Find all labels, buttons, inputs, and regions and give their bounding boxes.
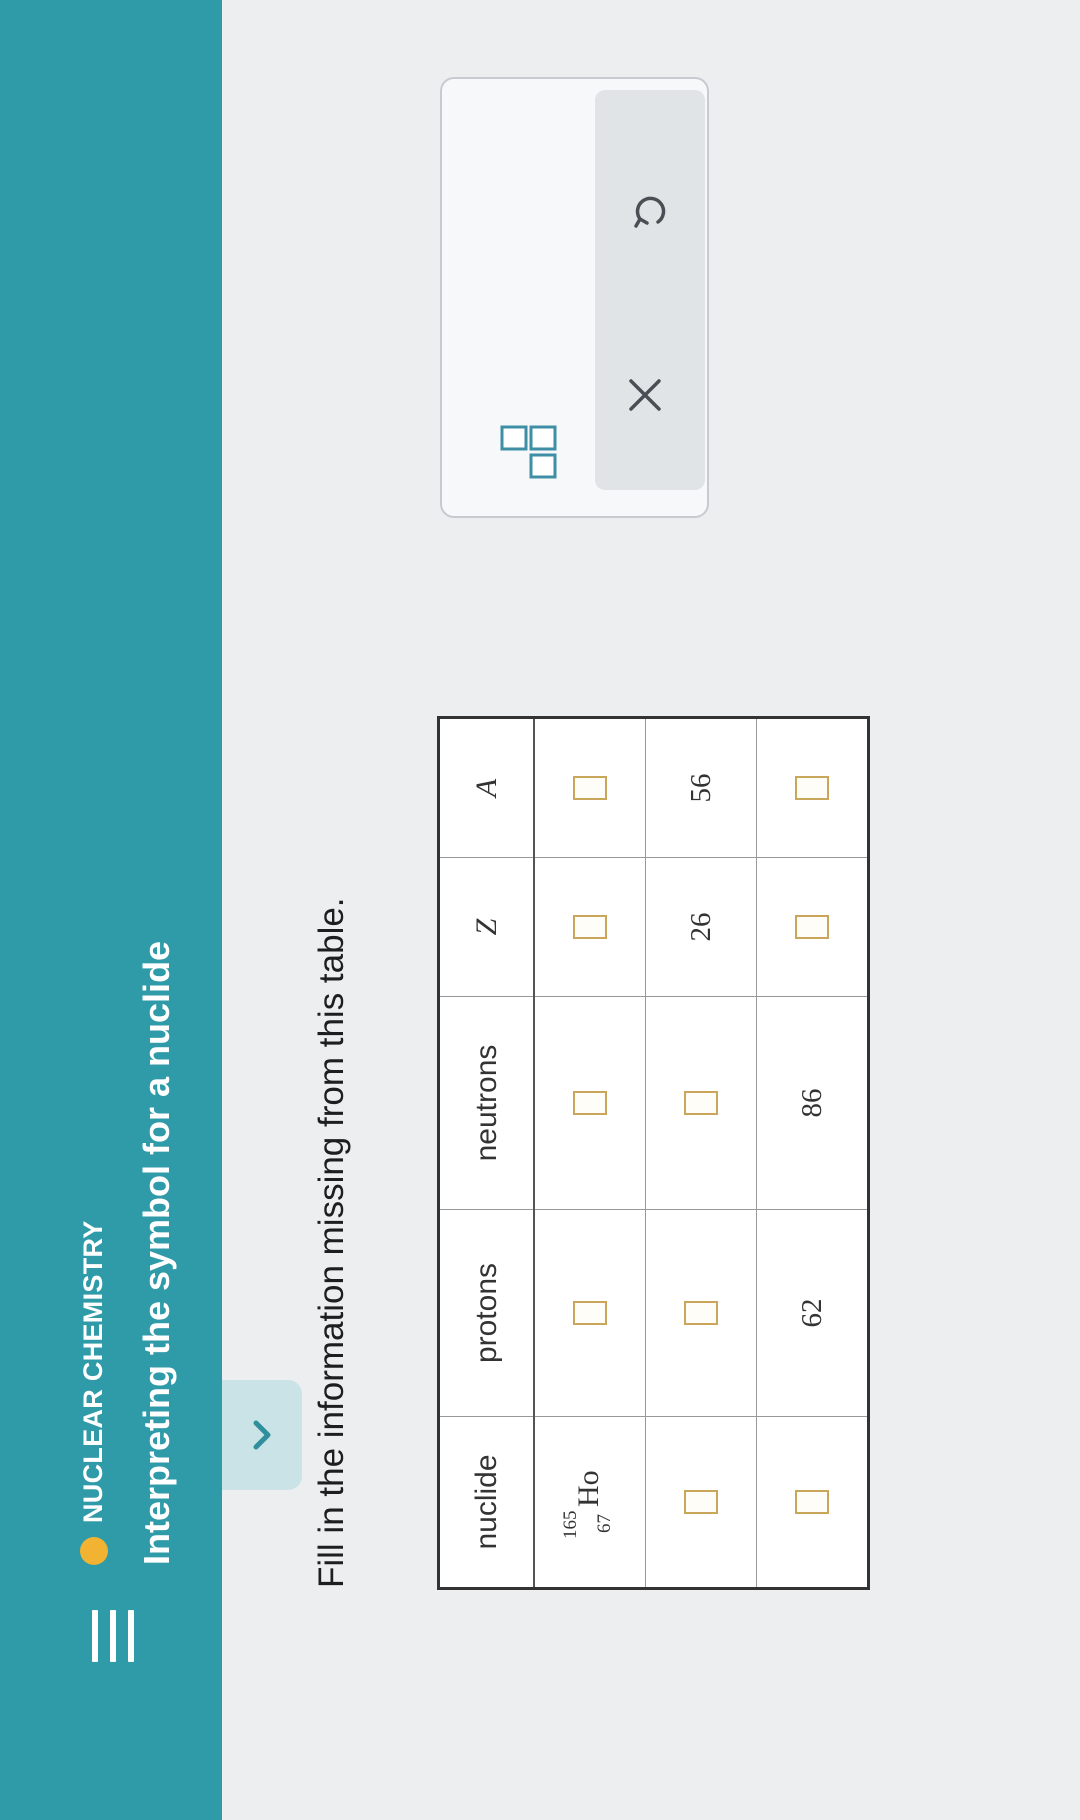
protons-cell	[534, 1209, 646, 1417]
protons-input[interactable]	[684, 1301, 718, 1325]
z-input[interactable]	[795, 915, 829, 939]
undo-icon[interactable]	[630, 191, 670, 231]
z-value: 26	[645, 857, 757, 997]
page-title: Interpreting the symbol for a nuclide	[136, 940, 177, 1565]
a-input[interactable]	[795, 776, 829, 800]
app-screen: NUCLEAR CHEMISTRY Interpreting the symbo…	[0, 0, 1080, 1820]
a-value: 56	[645, 717, 757, 858]
nuclide-cell: 165 67 Ho	[534, 1416, 646, 1589]
protons-value: 62	[756, 1209, 869, 1417]
header-a: A	[438, 717, 534, 858]
z-cell	[534, 857, 646, 997]
menu-icon[interactable]	[88, 1610, 140, 1662]
neutrons-cell	[534, 996, 646, 1210]
nuclide-input[interactable]	[684, 1490, 718, 1514]
a-input[interactable]	[573, 776, 607, 800]
table-row: 62 86	[756, 717, 869, 1589]
protons-cell	[645, 1209, 757, 1417]
table-row: 165 67 Ho	[534, 717, 646, 1589]
table-row: 26 56	[645, 717, 757, 1589]
header-z: Z	[438, 857, 534, 997]
question-prompt: Fill in the information missing from thi…	[312, 897, 351, 1588]
fraction-template-icon[interactable]	[500, 399, 560, 479]
clear-icon[interactable]	[627, 377, 663, 413]
nuclide-table: nuclide protons neutrons Z A 165 67 Ho 2…	[437, 716, 870, 1590]
protons-input[interactable]	[573, 1301, 607, 1325]
neutrons-input[interactable]	[573, 1091, 607, 1115]
nuclide-symbol: 165 67 Ho	[560, 1465, 616, 1539]
neutrons-input[interactable]	[684, 1091, 718, 1115]
element-symbol: Ho	[571, 1470, 605, 1507]
header-bar: NUCLEAR CHEMISTRY Interpreting the symbo…	[0, 0, 222, 1820]
atomic-number: 67	[593, 1514, 615, 1533]
toolbox-action-shelf	[595, 90, 705, 490]
a-cell	[756, 717, 869, 858]
z-input[interactable]	[573, 915, 607, 939]
nuclide-input[interactable]	[795, 1490, 829, 1514]
nuclide-cell	[645, 1416, 757, 1589]
chevron-down-icon	[253, 1420, 271, 1450]
header-nuclide: nuclide	[438, 1416, 534, 1589]
progress-dot-icon	[79, 1537, 108, 1565]
table-header-row: nuclide protons neutrons Z A	[438, 717, 534, 1589]
header-neutrons: neutrons	[438, 996, 534, 1210]
z-cell	[756, 857, 869, 997]
neutrons-cell	[645, 996, 757, 1210]
mass-number: 165	[559, 1510, 581, 1540]
collapse-toggle-button[interactable]	[222, 1380, 302, 1490]
topic-row: NUCLEAR CHEMISTRY	[78, 1220, 109, 1565]
neutrons-value: 86	[756, 996, 869, 1210]
nuclide-cell	[756, 1416, 869, 1589]
topic-label: NUCLEAR CHEMISTRY	[78, 1220, 108, 1523]
a-cell	[534, 717, 646, 858]
header-protons: protons	[438, 1209, 534, 1417]
